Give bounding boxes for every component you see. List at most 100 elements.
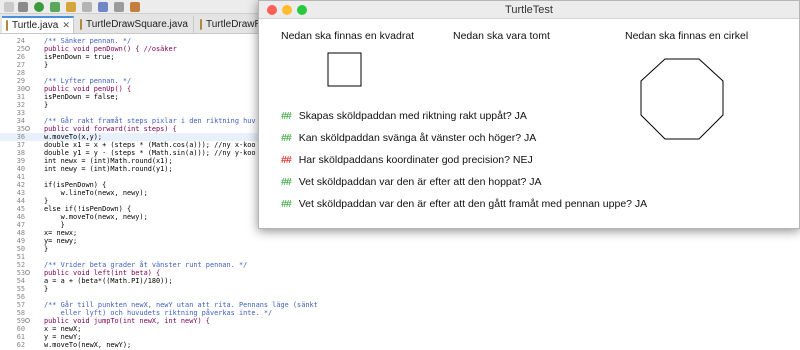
- line-number: 62: [16, 341, 25, 349]
- toolbar-settings-icon[interactable]: [4, 2, 14, 12]
- test-result-turn: ## Kan sköldpaddan svänga åt vänster och…: [281, 132, 536, 144]
- code-text: public void forward(int steps) {: [44, 125, 177, 133]
- line-number: 24: [16, 37, 25, 45]
- code-text: public void penDown() { //osäker: [44, 45, 177, 53]
- drawn-square: [327, 52, 362, 87]
- toolbar-run-icon[interactable]: [34, 2, 44, 12]
- test-result-direction: ## Skapas sköldpaddan med riktning rakt …: [281, 110, 527, 122]
- line-number: 25: [16, 45, 25, 53]
- code-text: isPenDown = false;: [44, 93, 119, 101]
- line-number: 53: [16, 269, 25, 277]
- line-number: 49: [16, 237, 25, 245]
- toolbar-search-icon[interactable]: [98, 2, 108, 12]
- result-text: Vet sköldpaddan var den är efter att den…: [298, 198, 648, 210]
- tab-turtle-java[interactable]: Turtle.java ✕: [2, 16, 74, 33]
- code-line[interactable]: 62 w.moveTo(newX, newY);: [0, 341, 800, 349]
- code-text: eller lyft) och huvudets riktning påverk…: [44, 309, 273, 317]
- code-text: }: [44, 101, 49, 109]
- code-text: x = newX;: [44, 325, 82, 333]
- code-line[interactable]: 54 a = a + (beta*((Math.PI)/180));: [0, 277, 800, 285]
- line-number: 33: [16, 109, 25, 117]
- close-icon[interactable]: ✕: [62, 20, 70, 31]
- tab-label: TurtleDrawSquare.java: [86, 19, 188, 30]
- line-number: 42: [16, 181, 25, 189]
- line-number: 28: [16, 69, 25, 77]
- code-text: public void penUp() {: [44, 85, 132, 93]
- code-line[interactable]: 48 x= newx;: [0, 229, 800, 237]
- code-line[interactable]: 59 public void jumpTo(int newX, int newY)…: [0, 317, 800, 325]
- code-line[interactable]: 52 /** Vrider beta grader åt vänster runt…: [0, 261, 800, 269]
- code-text: else if(!isPenDown) {: [44, 205, 132, 213]
- line-number: 52: [16, 261, 25, 269]
- result-marker: ##: [281, 110, 292, 122]
- window-titlebar[interactable]: TurtleTest: [259, 1, 799, 19]
- code-line[interactable]: 61 y = newY;: [0, 333, 800, 341]
- line-number: 43: [16, 189, 25, 197]
- toolbar-nav-icon[interactable]: [114, 2, 124, 12]
- line-number: 41: [16, 173, 25, 181]
- test-result-precision: ## Har sköldpaddans koordinater god prec…: [281, 154, 533, 166]
- code-line[interactable]: 60 x = newX;: [0, 325, 800, 333]
- code-text: public void jumpTo(int newX, int newY) {: [44, 317, 210, 325]
- line-number: 38: [16, 149, 25, 157]
- line-number: 48: [16, 229, 25, 237]
- code-text: /** Lyfter pennan. */: [44, 77, 132, 85]
- toolbar-history-icon[interactable]: [130, 2, 140, 12]
- fold-toggle-icon[interactable]: [25, 86, 30, 91]
- toolbar-open-icon[interactable]: [82, 2, 92, 12]
- code-text: }: [44, 197, 49, 205]
- code-line[interactable]: 57 /** Går till punkten newX, newY utan a…: [0, 301, 800, 309]
- line-number: 46: [16, 213, 25, 221]
- toolbar-new-icon[interactable]: [66, 2, 76, 12]
- code-text: /** Går till punkten newX, newY utan att…: [44, 301, 318, 309]
- code-text: w.lineTo(newx, newy);: [44, 189, 148, 197]
- line-number: 47: [16, 221, 25, 229]
- line-number: 40: [16, 165, 25, 173]
- code-text: y= newy;: [44, 237, 78, 245]
- code-line[interactable]: 51: [0, 253, 800, 261]
- code-text: double y1 = y - (steps * (Math.sin(a)));…: [44, 149, 256, 157]
- code-line[interactable]: 55}: [0, 285, 800, 293]
- code-line[interactable]: 56: [0, 293, 800, 301]
- line-number: 26: [16, 53, 25, 61]
- result-marker: ##: [281, 176, 292, 188]
- code-text: int newx = (int)Math.round(x1);: [44, 157, 173, 165]
- code-line[interactable]: 50}: [0, 245, 800, 253]
- line-number: 37: [16, 141, 25, 149]
- line-number: 29: [16, 77, 25, 85]
- code-text: }: [44, 61, 49, 69]
- line-number: 61: [16, 333, 25, 341]
- line-number: 44: [16, 197, 25, 205]
- fold-toggle-icon[interactable]: [25, 46, 30, 51]
- code-line[interactable]: 53 public void left(int beta) {: [0, 269, 800, 277]
- line-number: 31: [16, 93, 25, 101]
- tab-turtle-draw-square[interactable]: TurtleDrawSquare.java: [76, 16, 194, 33]
- fold-toggle-icon[interactable]: [25, 318, 30, 323]
- line-number: 57: [16, 301, 25, 309]
- java-file-icon: [80, 19, 82, 30]
- fold-toggle-icon[interactable]: [25, 270, 30, 275]
- drawn-circle: [640, 58, 724, 140]
- result-text: Kan sköldpaddan svänga åt vänster och hö…: [298, 132, 537, 144]
- fold-toggle-icon[interactable]: [25, 126, 30, 131]
- java-file-icon: [200, 19, 202, 30]
- test-result-forward-pen-up: ## Vet sköldpaddan var den är efter att …: [281, 198, 647, 210]
- code-text: x= newx;: [44, 229, 78, 237]
- line-number: 45: [16, 205, 25, 213]
- window-title: TurtleTest: [505, 4, 553, 16]
- code-text: a = a + (beta*((Math.PI)/180));: [44, 277, 173, 285]
- line-number: 60: [16, 325, 25, 333]
- tab-turtle-draw-random[interactable]: TurtleDrawRan: [196, 16, 273, 33]
- code-line[interactable]: 58 eller lyft) och huvudets riktning påv…: [0, 309, 800, 317]
- result-text: Har sköldpaddans koordinater god precisi…: [298, 154, 533, 166]
- result-marker: ##: [281, 154, 292, 166]
- toolbar-debug-icon[interactable]: [18, 2, 28, 12]
- turtle-canvas: Nedan ska finnas en kvadrat Nedan ska va…: [259, 19, 799, 229]
- code-line[interactable]: 49 y= newy;: [0, 237, 800, 245]
- line-number: 39: [16, 157, 25, 165]
- toolbar-run-config-icon[interactable]: [50, 2, 60, 12]
- code-text: }: [44, 221, 65, 229]
- code-text: /** Sänker pennan. */: [44, 37, 132, 45]
- code-text: w.moveTo(newX, newY);: [44, 341, 132, 349]
- result-text: Skapas sköldpaddan med riktning rakt upp…: [298, 110, 527, 122]
